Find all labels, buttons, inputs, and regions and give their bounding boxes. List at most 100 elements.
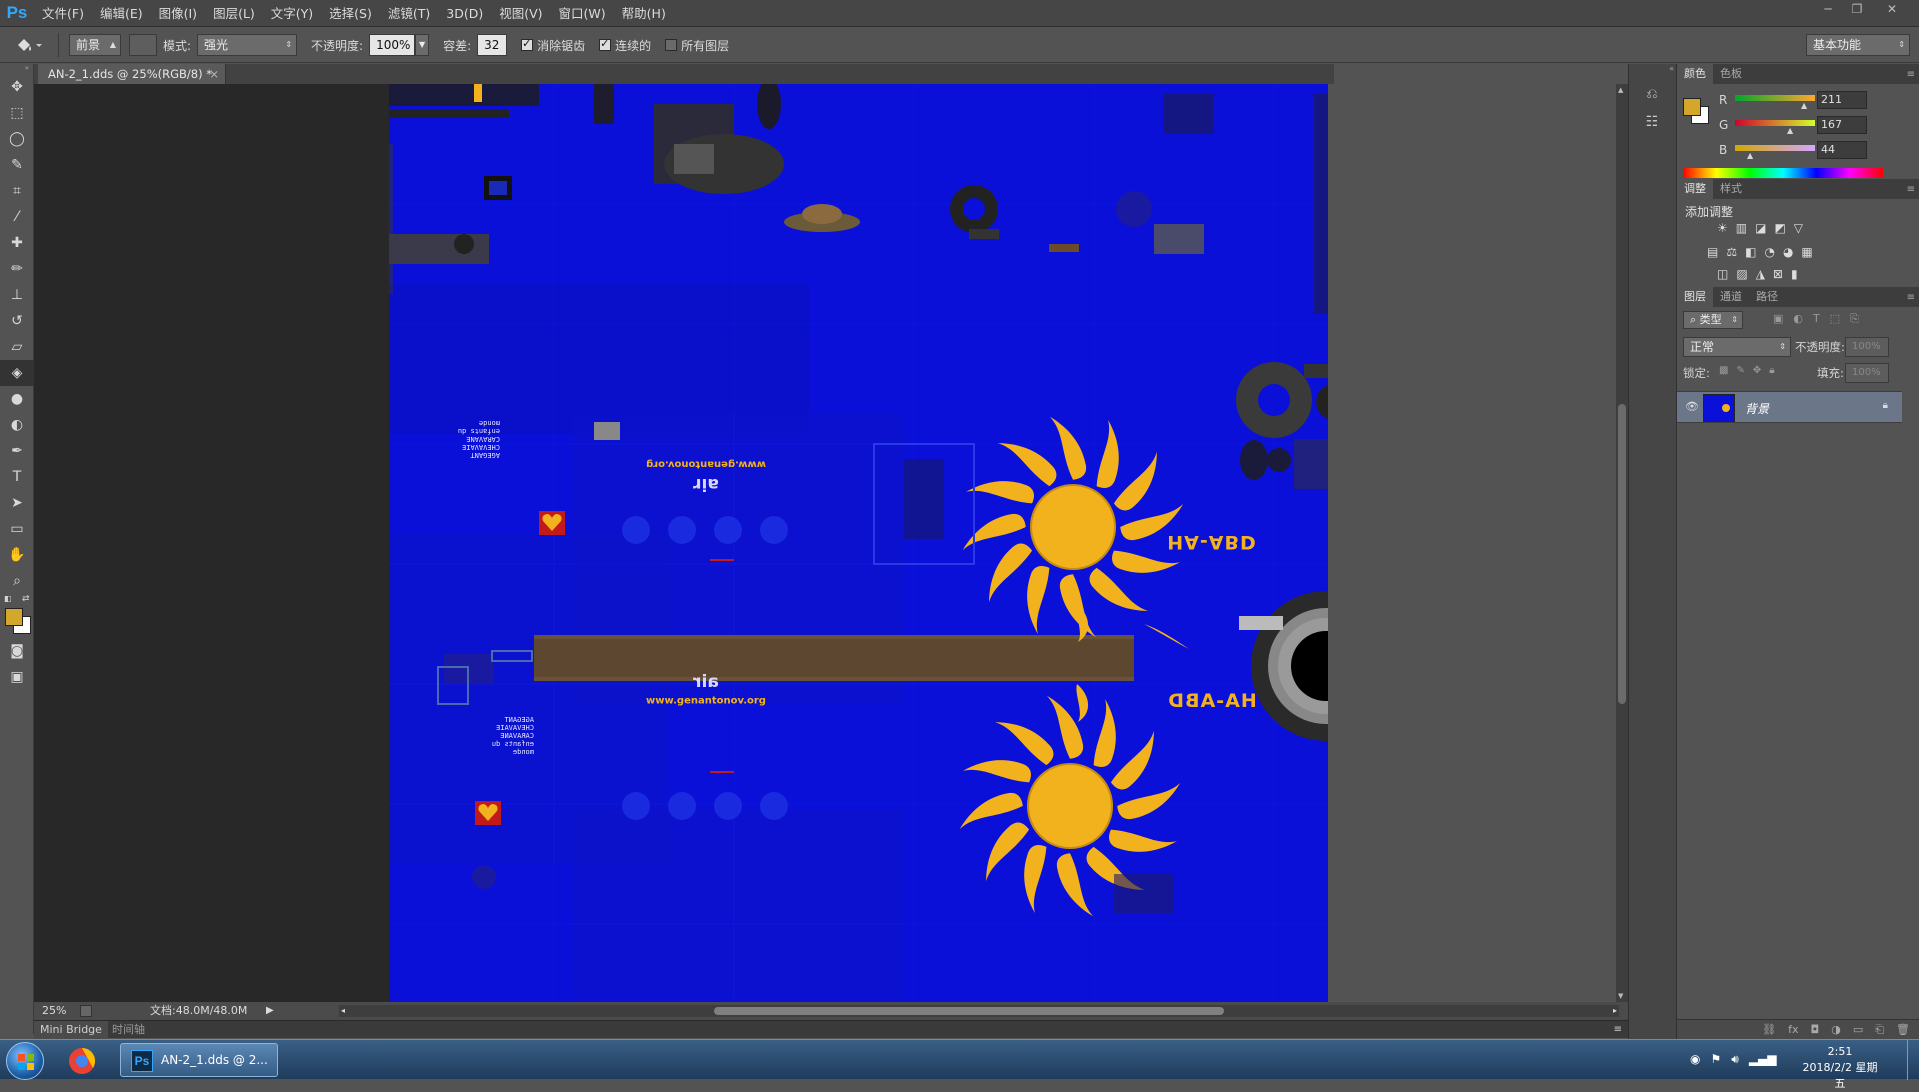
red-slider-handle-icon[interactable]: ▲ [1801,101,1807,110]
healing-brush-tool-icon[interactable]: ✚ [0,230,34,256]
mode-select[interactable]: 强光 ⇕ [197,34,298,56]
shape-tool-icon[interactable]: ▭ [0,516,34,542]
minimize-button[interactable]: ─ [1816,0,1840,18]
pinned-app-icon[interactable] [60,1044,104,1078]
clock[interactable]: 2:51 2018/2/2 星期五 [1800,1044,1880,1092]
dodge-tool-icon[interactable]: ◐ [0,412,34,438]
opacity-slider-toggle[interactable]: ▼ [415,34,430,56]
menu-image[interactable]: 图像(I) [151,0,205,27]
blur-tool-icon[interactable]: ● [0,386,34,412]
tab-timeline[interactable]: 时间轴 [106,1021,151,1038]
contiguous-checkbox[interactable] [599,37,612,51]
properties-panel-icon[interactable]: ☷ [1641,114,1663,136]
eyedropper-tool-icon[interactable]: ⁄ [0,204,34,230]
default-colors-icon[interactable]: ◧ [4,594,12,603]
history-panel-icon[interactable]: ⎌ [1641,86,1663,108]
scroll-right-icon[interactable]: ▸ [1613,1002,1617,1020]
lock-pixels-icon[interactable]: ✎ [1736,365,1744,376]
layer-name[interactable]: 背景 [1745,400,1769,417]
scroll-up-icon[interactable]: ▲ [1618,86,1623,94]
document-tab[interactable]: AN-2_1.dds @ 25%(RGB/8) * × [38,64,226,84]
tray-app-icon[interactable]: ◉ [1690,1052,1700,1067]
color-panel-menu-icon[interactable]: ≡ [1907,69,1915,80]
tab-swatches[interactable]: 色板 [1713,64,1749,84]
tray-flag-icon[interactable]: ⚑ [1710,1052,1721,1067]
channel-mixer-icon[interactable]: ◕ [1783,245,1793,259]
horizontal-scroll-thumb[interactable] [714,1007,1224,1015]
all-layers-checkbox[interactable] [665,39,678,51]
tool-preset-picker[interactable] [0,36,58,54]
antialias-checkbox[interactable] [521,37,534,51]
exposure-icon[interactable]: ◩ [1774,221,1785,235]
fill-input[interactable]: 100% [1845,363,1889,383]
lock-all-icon[interactable]: 🔒︎ [1769,365,1774,376]
photo-filter-icon[interactable]: ◔ [1764,245,1774,259]
pattern-picker[interactable] [129,34,157,56]
lock-transparent-icon[interactable]: ▩ [1719,365,1728,376]
tab-layers[interactable]: 图层 [1677,287,1713,307]
show-desktop-button[interactable] [1907,1040,1919,1080]
collapse-dock-icon[interactable]: « [1669,64,1674,73]
color-spectrum-bar[interactable] [1683,168,1883,178]
network-icon[interactable]: ▂▄▆ [1749,1052,1777,1067]
new-layer-icon[interactable]: ⎗ [1875,1020,1884,1039]
swap-colors-icon[interactable]: ⇄ [22,594,30,604]
collapse-toolbar-icon[interactable]: » [0,64,33,74]
color-lookup-icon[interactable]: ▦ [1801,245,1812,259]
tab-styles[interactable]: 样式 [1713,179,1749,199]
menu-layer[interactable]: 图层(L) [205,0,263,27]
green-slider[interactable] [1735,120,1815,126]
zoom-tool-icon[interactable]: ⌕ [0,568,34,594]
filter-pixel-icon[interactable]: ▣ [1773,312,1783,326]
eraser-tool-icon[interactable]: ▱ [0,334,34,360]
type-tool-icon[interactable]: T [0,464,34,490]
workspace-select[interactable]: 基本功能 ⇕ [1806,34,1910,56]
blue-value[interactable]: 44 [1817,140,1867,159]
screen-mode-icon[interactable]: ▣ [0,664,34,690]
share-icon[interactable] [80,1005,92,1017]
zoom-level[interactable]: 25% [42,1002,66,1020]
quick-mask-icon[interactable]: ◙ [0,638,34,664]
panel-menu-icon[interactable]: ≡ [1614,1021,1622,1038]
add-mask-icon[interactable]: ◘ [1811,1020,1820,1039]
path-select-tool-icon[interactable]: ➤ [0,490,34,516]
green-value[interactable]: 167 [1817,115,1867,134]
tab-mini-bridge[interactable]: Mini Bridge [34,1021,108,1039]
paint-bucket-tool-icon[interactable]: ◈ [0,360,34,386]
menu-view[interactable]: 视图(V) [491,0,550,27]
adjustments-panel-menu-icon[interactable]: ≡ [1907,184,1915,195]
tab-color[interactable]: 颜色 [1677,64,1713,84]
marquee-tool-icon[interactable]: ⬚ [0,100,34,126]
restore-button[interactable]: ❐ [1845,0,1869,18]
new-group-icon[interactable]: ▭ [1853,1020,1863,1039]
canvas-area[interactable]: HA-ABD HA-ABD air air www.genantonov.org… [34,84,1328,1002]
menu-3d[interactable]: 3D(D) [438,0,491,27]
filter-type-icon[interactable]: T [1813,312,1820,326]
filter-smart-icon[interactable]: ⎘ [1850,312,1859,326]
crop-tool-icon[interactable]: ⌗ [0,178,34,204]
color-balance-icon[interactable]: ⚖ [1726,245,1737,259]
posterize-icon[interactable]: ▨ [1736,267,1747,281]
green-slider-handle-icon[interactable]: ▲ [1787,126,1793,135]
menu-select[interactable]: 选择(S) [321,0,380,27]
vibrance-icon[interactable]: ▽ [1794,221,1803,235]
clone-stamp-tool-icon[interactable]: ⊥ [0,282,34,308]
menu-file[interactable]: 文件(F) [34,0,92,27]
tab-adjustments[interactable]: 调整 [1677,179,1713,199]
menu-window[interactable]: 窗口(W) [551,0,614,27]
selective-color-icon[interactable]: ⊠ [1773,267,1783,281]
scroll-left-icon[interactable]: ◂ [341,1002,345,1020]
scroll-down-icon[interactable]: ▼ [1618,992,1623,1000]
status-menu-arrow-icon[interactable]: ▶ [266,1002,274,1020]
layer-opacity-input[interactable]: 100% [1845,337,1889,357]
vertical-scroll-thumb[interactable] [1618,404,1626,704]
delete-layer-icon[interactable]: 🗑︎ [1896,1020,1910,1039]
texture-canvas[interactable] [34,84,1328,1002]
start-button[interactable] [6,1042,44,1080]
filter-shape-icon[interactable]: ⬚ [1830,312,1840,326]
horizontal-scrollbar[interactable]: ◂ ▸ [339,1005,1619,1017]
layers-panel-menu-icon[interactable]: ≡ [1907,292,1915,303]
menu-edit[interactable]: 编辑(E) [92,0,151,27]
vertical-scrollbar[interactable]: ▲ ▼ [1616,84,1628,1002]
tab-channels[interactable]: 通道 [1713,287,1749,307]
